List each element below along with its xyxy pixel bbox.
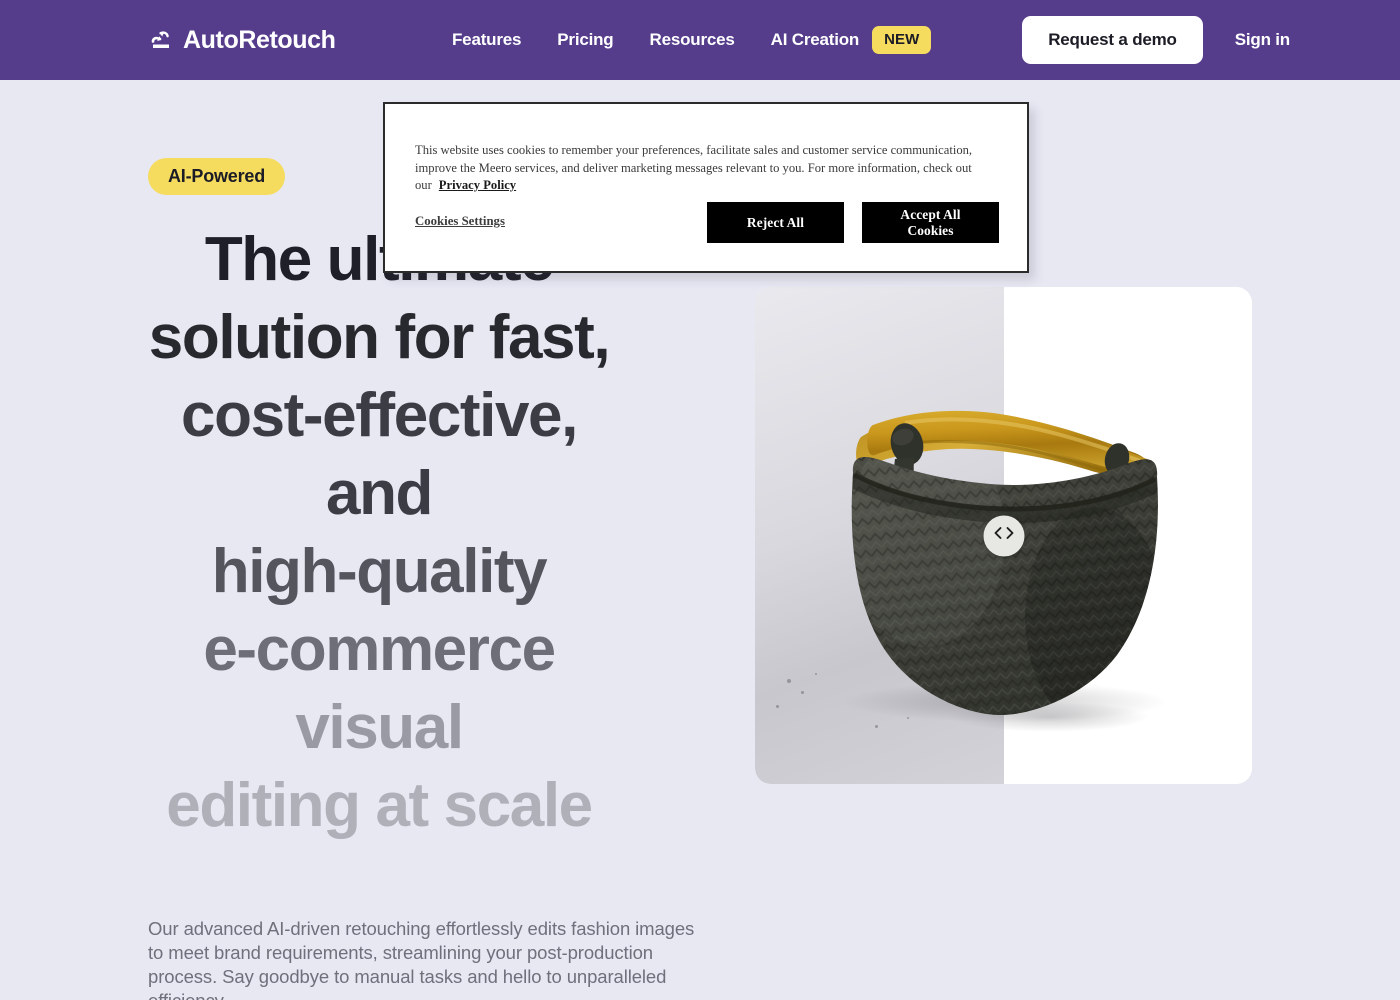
request-demo-button[interactable]: Request a demo — [1022, 16, 1203, 64]
ai-powered-badge: AI-Powered — [148, 158, 286, 195]
cookie-consent-banner: This website uses cookies to remember yo… — [383, 102, 1029, 273]
brand-logo[interactable]: AutoRetouch — [148, 26, 336, 55]
reject-all-button[interactable]: Reject All — [707, 202, 844, 243]
cookie-banner-actions: Reject All Accept All Cookies — [707, 202, 999, 243]
nav-item-pricing[interactable]: Pricing — [557, 30, 613, 50]
handbag-product-image — [755, 287, 1252, 784]
privacy-policy-link[interactable]: Privacy Policy — [439, 178, 516, 192]
headline-line-5-strong: e-commerce — [203, 615, 556, 684]
comparison-slider-handle[interactable] — [983, 515, 1024, 556]
hero-left-column: AI-Powered The ultimate solution for fas… — [148, 158, 748, 1000]
cookies-settings-link[interactable]: Cookies Settings — [415, 214, 505, 229]
nav-links: Features Pricing Resources AI Creation N… — [452, 26, 932, 54]
cookie-banner-text: This website uses cookies to remember yo… — [415, 142, 977, 195]
nav-item-features[interactable]: Features — [452, 30, 521, 50]
headline-line-4: high-quality — [211, 537, 548, 606]
nav-item-resources[interactable]: Resources — [650, 30, 735, 50]
top-navigation-bar: AutoRetouch Features Pricing Resources A… — [0, 0, 1400, 80]
chevron-right-icon — [1005, 527, 1014, 545]
page-title: The ultimate solution for fast, cost-eff… — [148, 221, 611, 845]
headline-line-6: editing at scale — [166, 771, 593, 840]
accept-all-cookies-button[interactable]: Accept All Cookies — [862, 202, 999, 243]
headline-line-5-faded: visual — [295, 693, 464, 762]
sign-in-link[interactable]: Sign in — [1235, 30, 1290, 50]
hero-description: Our advanced AI-driven retouching effort… — [148, 918, 695, 1000]
nav-actions: Request a demo Sign in — [1022, 16, 1290, 64]
nav-item-ai-creation[interactable]: AI Creation — [771, 30, 860, 50]
new-badge: NEW — [872, 26, 932, 54]
chevron-left-icon — [993, 527, 1002, 545]
headline-line-3: cost-effective, and — [181, 381, 578, 528]
page-root: AutoRetouch Features Pricing Resources A… — [0, 0, 1400, 1000]
before-after-comparison[interactable] — [755, 287, 1252, 784]
headline-line-2: solution for fast, — [148, 303, 611, 372]
brand-name: AutoRetouch — [183, 25, 336, 54]
headline-line-5: e-commerce visual — [148, 611, 610, 767]
autoretouch-logo-icon — [148, 27, 174, 53]
